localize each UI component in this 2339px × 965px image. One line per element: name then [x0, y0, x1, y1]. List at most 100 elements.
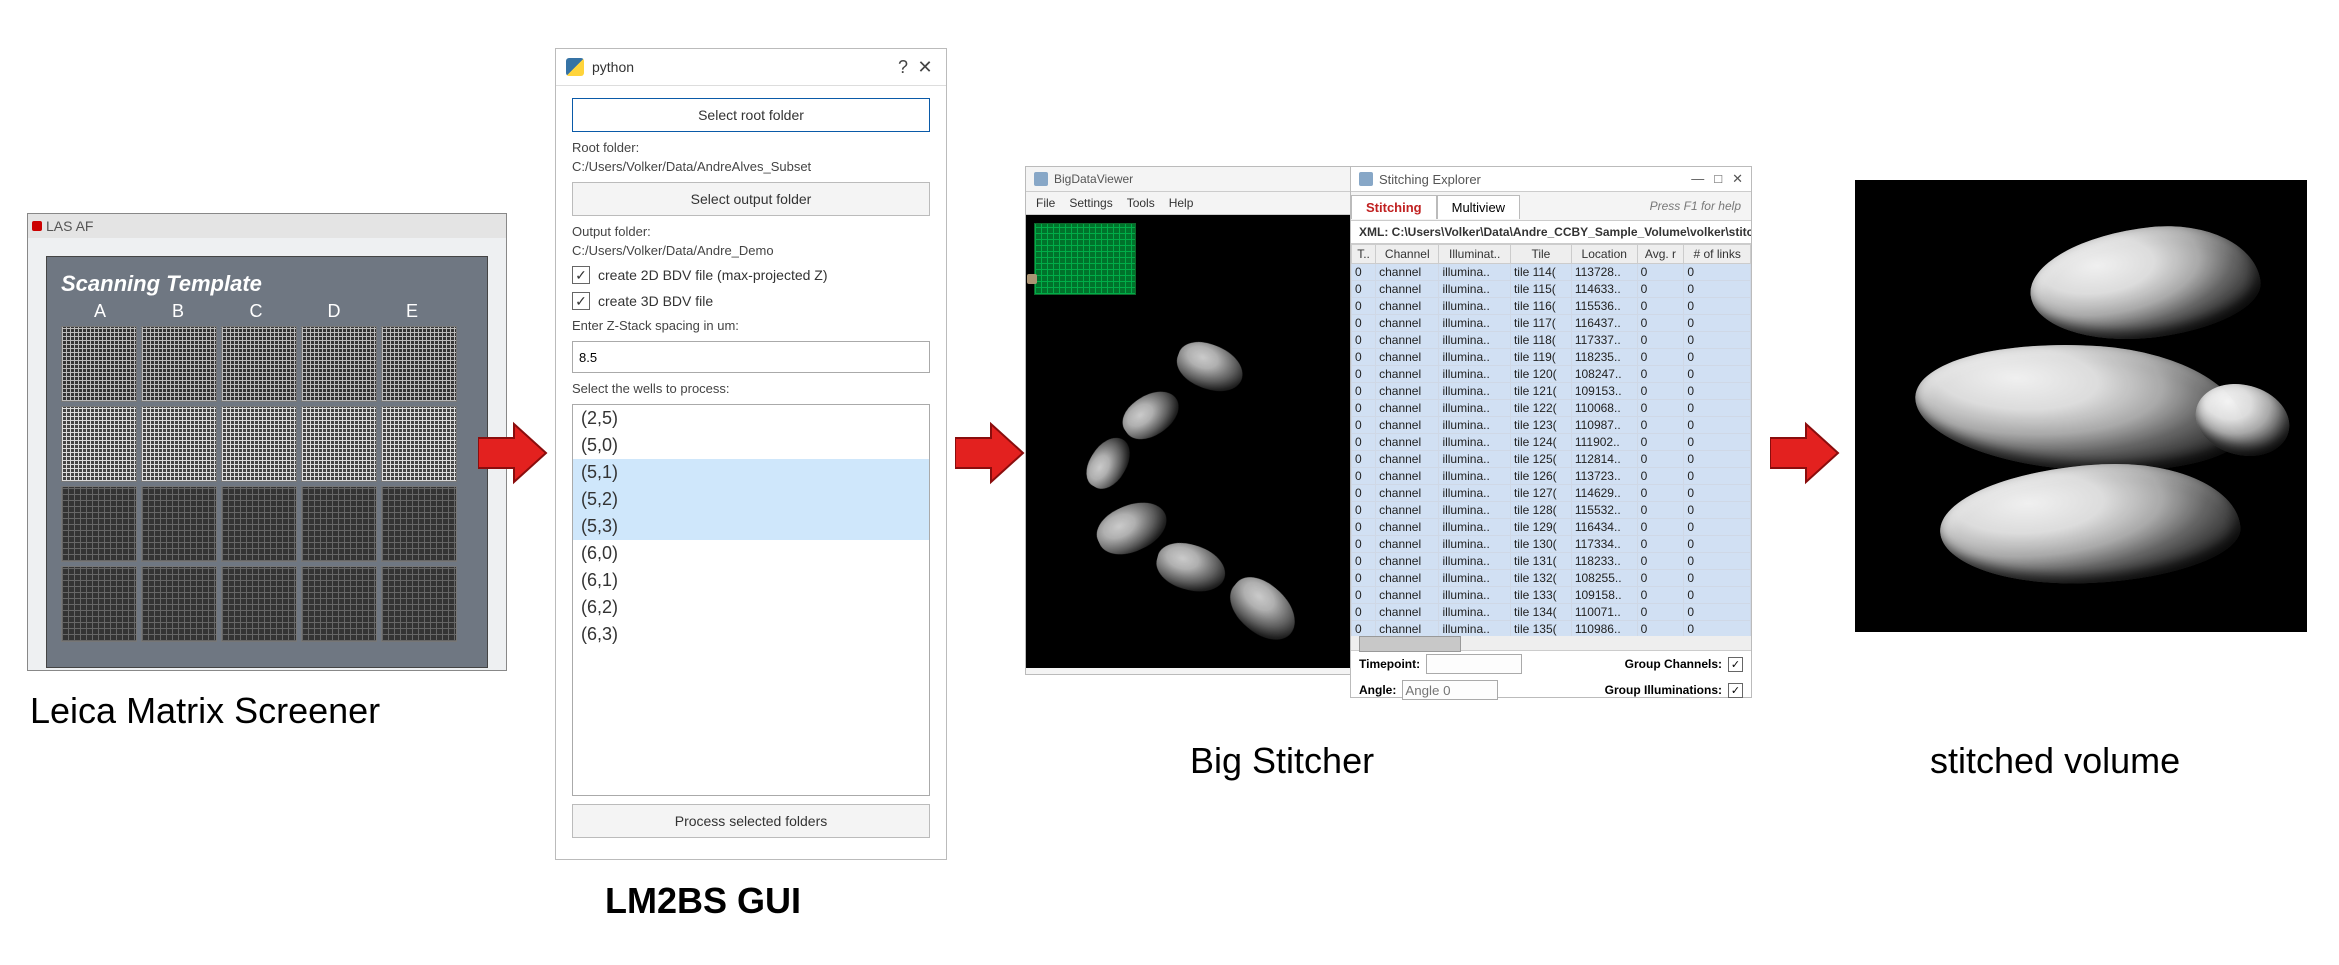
se-titlebar[interactable]: Stitching Explorer — □ ✕	[1351, 167, 1751, 192]
table-row[interactable]: 0channelillumina..tile 133(109158..00	[1352, 587, 1751, 604]
table-header[interactable]: Tile	[1510, 245, 1571, 264]
table-header[interactable]: Illuminat..	[1439, 245, 1511, 264]
menu-settings[interactable]: Settings	[1069, 196, 1112, 210]
well[interactable]	[141, 566, 217, 642]
well-option[interactable]: (5,2)	[573, 486, 929, 513]
zspacing-label: Enter Z-Stack spacing in um:	[572, 318, 930, 333]
well[interactable]	[141, 486, 217, 562]
table-row[interactable]: 0channelillumina..tile 132(108255..00	[1352, 570, 1751, 587]
se-table-wrap[interactable]: T..ChannelIlluminat..TileLocationAvg. r#…	[1351, 244, 1751, 636]
checkbox-icon[interactable]: ✓	[572, 266, 590, 284]
checkbox-2d-bdv[interactable]: ✓ create 2D BDV file (max-projected Z)	[572, 266, 930, 284]
well-option[interactable]: (6,1)	[573, 567, 929, 594]
table-row[interactable]: 0channelillumina..tile 117(116437..00	[1352, 315, 1751, 332]
well[interactable]	[61, 406, 137, 482]
close-button[interactable]: ✕	[914, 57, 936, 78]
well[interactable]	[221, 486, 297, 562]
well-option[interactable]: (5,1)	[573, 459, 929, 486]
angle-input[interactable]	[1402, 680, 1498, 700]
table-row[interactable]: 0channelillumina..tile 122(110068..00	[1352, 400, 1751, 417]
table-header[interactable]: Location	[1571, 245, 1637, 264]
table-row[interactable]: 0channelillumina..tile 115(114633..00	[1352, 281, 1751, 298]
well[interactable]	[381, 566, 457, 642]
well[interactable]	[221, 406, 297, 482]
table-header[interactable]: # of links	[1684, 245, 1751, 264]
table-row[interactable]: 0channelillumina..tile 130(117334..00	[1352, 536, 1751, 553]
well[interactable]	[61, 486, 137, 562]
table-cell: 114629..	[1571, 485, 1637, 502]
well[interactable]	[61, 566, 137, 642]
minimap-handle-icon[interactable]	[1027, 274, 1037, 284]
well[interactable]	[301, 326, 377, 402]
bdv-minimap[interactable]	[1034, 223, 1136, 295]
well[interactable]	[141, 406, 217, 482]
well[interactable]	[221, 326, 297, 402]
table-header[interactable]: Channel	[1376, 245, 1439, 264]
group-channels-checkbox[interactable]: ✓	[1728, 657, 1743, 672]
zspacing-input[interactable]	[572, 341, 930, 373]
table-cell: 0	[1637, 604, 1684, 621]
well-option[interactable]: (6,3)	[573, 621, 929, 648]
minimize-button[interactable]: —	[1691, 171, 1704, 187]
horizontal-scrollbar[interactable]	[1351, 636, 1751, 650]
table-row[interactable]: 0channelillumina..tile 119(118235..00	[1352, 349, 1751, 366]
select-root-button[interactable]: Select root folder	[572, 98, 930, 132]
well[interactable]	[301, 406, 377, 482]
menu-help[interactable]: Help	[1169, 196, 1194, 210]
table-row[interactable]: 0channelillumina..tile 120(108247..00	[1352, 366, 1751, 383]
table-header[interactable]: T..	[1352, 245, 1376, 264]
group-illum-checkbox[interactable]: ✓	[1728, 683, 1743, 698]
checkbox-3d-bdv[interactable]: ✓ create 3D BDV file	[572, 292, 930, 310]
well[interactable]	[141, 326, 217, 402]
well[interactable]	[381, 486, 457, 562]
lm2bs-titlebar[interactable]: python ? ✕	[556, 49, 946, 86]
table-row[interactable]: 0channelillumina..tile 123(110987..00	[1352, 417, 1751, 434]
well-option[interactable]: (5,3)	[573, 513, 929, 540]
help-button[interactable]: ?	[892, 57, 914, 78]
se-table[interactable]: T..ChannelIlluminat..TileLocationAvg. r#…	[1351, 244, 1751, 636]
table-row[interactable]: 0channelillumina..tile 127(114629..00	[1352, 485, 1751, 502]
table-header[interactable]: Avg. r	[1637, 245, 1684, 264]
well[interactable]	[61, 326, 137, 402]
tab-stitching[interactable]: Stitching	[1351, 195, 1437, 219]
table-row[interactable]: 0channelillumina..tile 129(116434..00	[1352, 519, 1751, 536]
table-row[interactable]: 0channelillumina..tile 131(118233..00	[1352, 553, 1751, 570]
select-output-button[interactable]: Select output folder	[572, 182, 930, 216]
table-row[interactable]: 0channelillumina..tile 135(110986..00	[1352, 621, 1751, 637]
close-button[interactable]: ✕	[1732, 171, 1743, 187]
tab-multiview[interactable]: Multiview	[1437, 195, 1520, 219]
table-row[interactable]: 0channelillumina..tile 121(109153..00	[1352, 383, 1751, 400]
scrollbar-thumb[interactable]	[1359, 636, 1461, 652]
table-row[interactable]: 0channelillumina..tile 114(113728..00	[1352, 264, 1751, 281]
table-cell: channel	[1376, 587, 1439, 604]
bdv-menubar[interactable]: File Settings Tools Help	[1026, 192, 1351, 215]
output-folder-label: Output folder:	[572, 224, 930, 239]
maximize-button[interactable]: □	[1714, 171, 1722, 187]
bdv-viewport[interactable]	[1026, 215, 1351, 668]
well[interactable]	[381, 326, 457, 402]
bdv-titlebar[interactable]: BigDataViewer	[1026, 167, 1351, 192]
table-row[interactable]: 0channelillumina..tile 124(111902..00	[1352, 434, 1751, 451]
table-row[interactable]: 0channelillumina..tile 116(115536..00	[1352, 298, 1751, 315]
well[interactable]	[301, 566, 377, 642]
well[interactable]	[301, 486, 377, 562]
timepoint-input[interactable]	[1426, 654, 1522, 674]
process-button[interactable]: Process selected folders	[572, 804, 930, 838]
table-row[interactable]: 0channelillumina..tile 126(113723..00	[1352, 468, 1751, 485]
well-grid[interactable]	[47, 322, 487, 660]
table-row[interactable]: 0channelillumina..tile 128(115532..00	[1352, 502, 1751, 519]
well[interactable]	[381, 406, 457, 482]
well-option[interactable]: (5,0)	[573, 432, 929, 459]
table-row[interactable]: 0channelillumina..tile 125(112814..00	[1352, 451, 1751, 468]
well[interactable]	[221, 566, 297, 642]
well-option[interactable]: (6,2)	[573, 594, 929, 621]
table-row[interactable]: 0channelillumina..tile 118(117337..00	[1352, 332, 1751, 349]
table-cell: 0	[1352, 621, 1376, 637]
menu-file[interactable]: File	[1036, 196, 1055, 210]
table-row[interactable]: 0channelillumina..tile 134(110071..00	[1352, 604, 1751, 621]
checkbox-icon[interactable]: ✓	[572, 292, 590, 310]
wells-listbox[interactable]: (2,5)(5,0)(5,1)(5,2)(5,3)(6,0)(6,1)(6,2)…	[572, 404, 930, 796]
well-option[interactable]: (2,5)	[573, 405, 929, 432]
menu-tools[interactable]: Tools	[1127, 196, 1155, 210]
well-option[interactable]: (6,0)	[573, 540, 929, 567]
